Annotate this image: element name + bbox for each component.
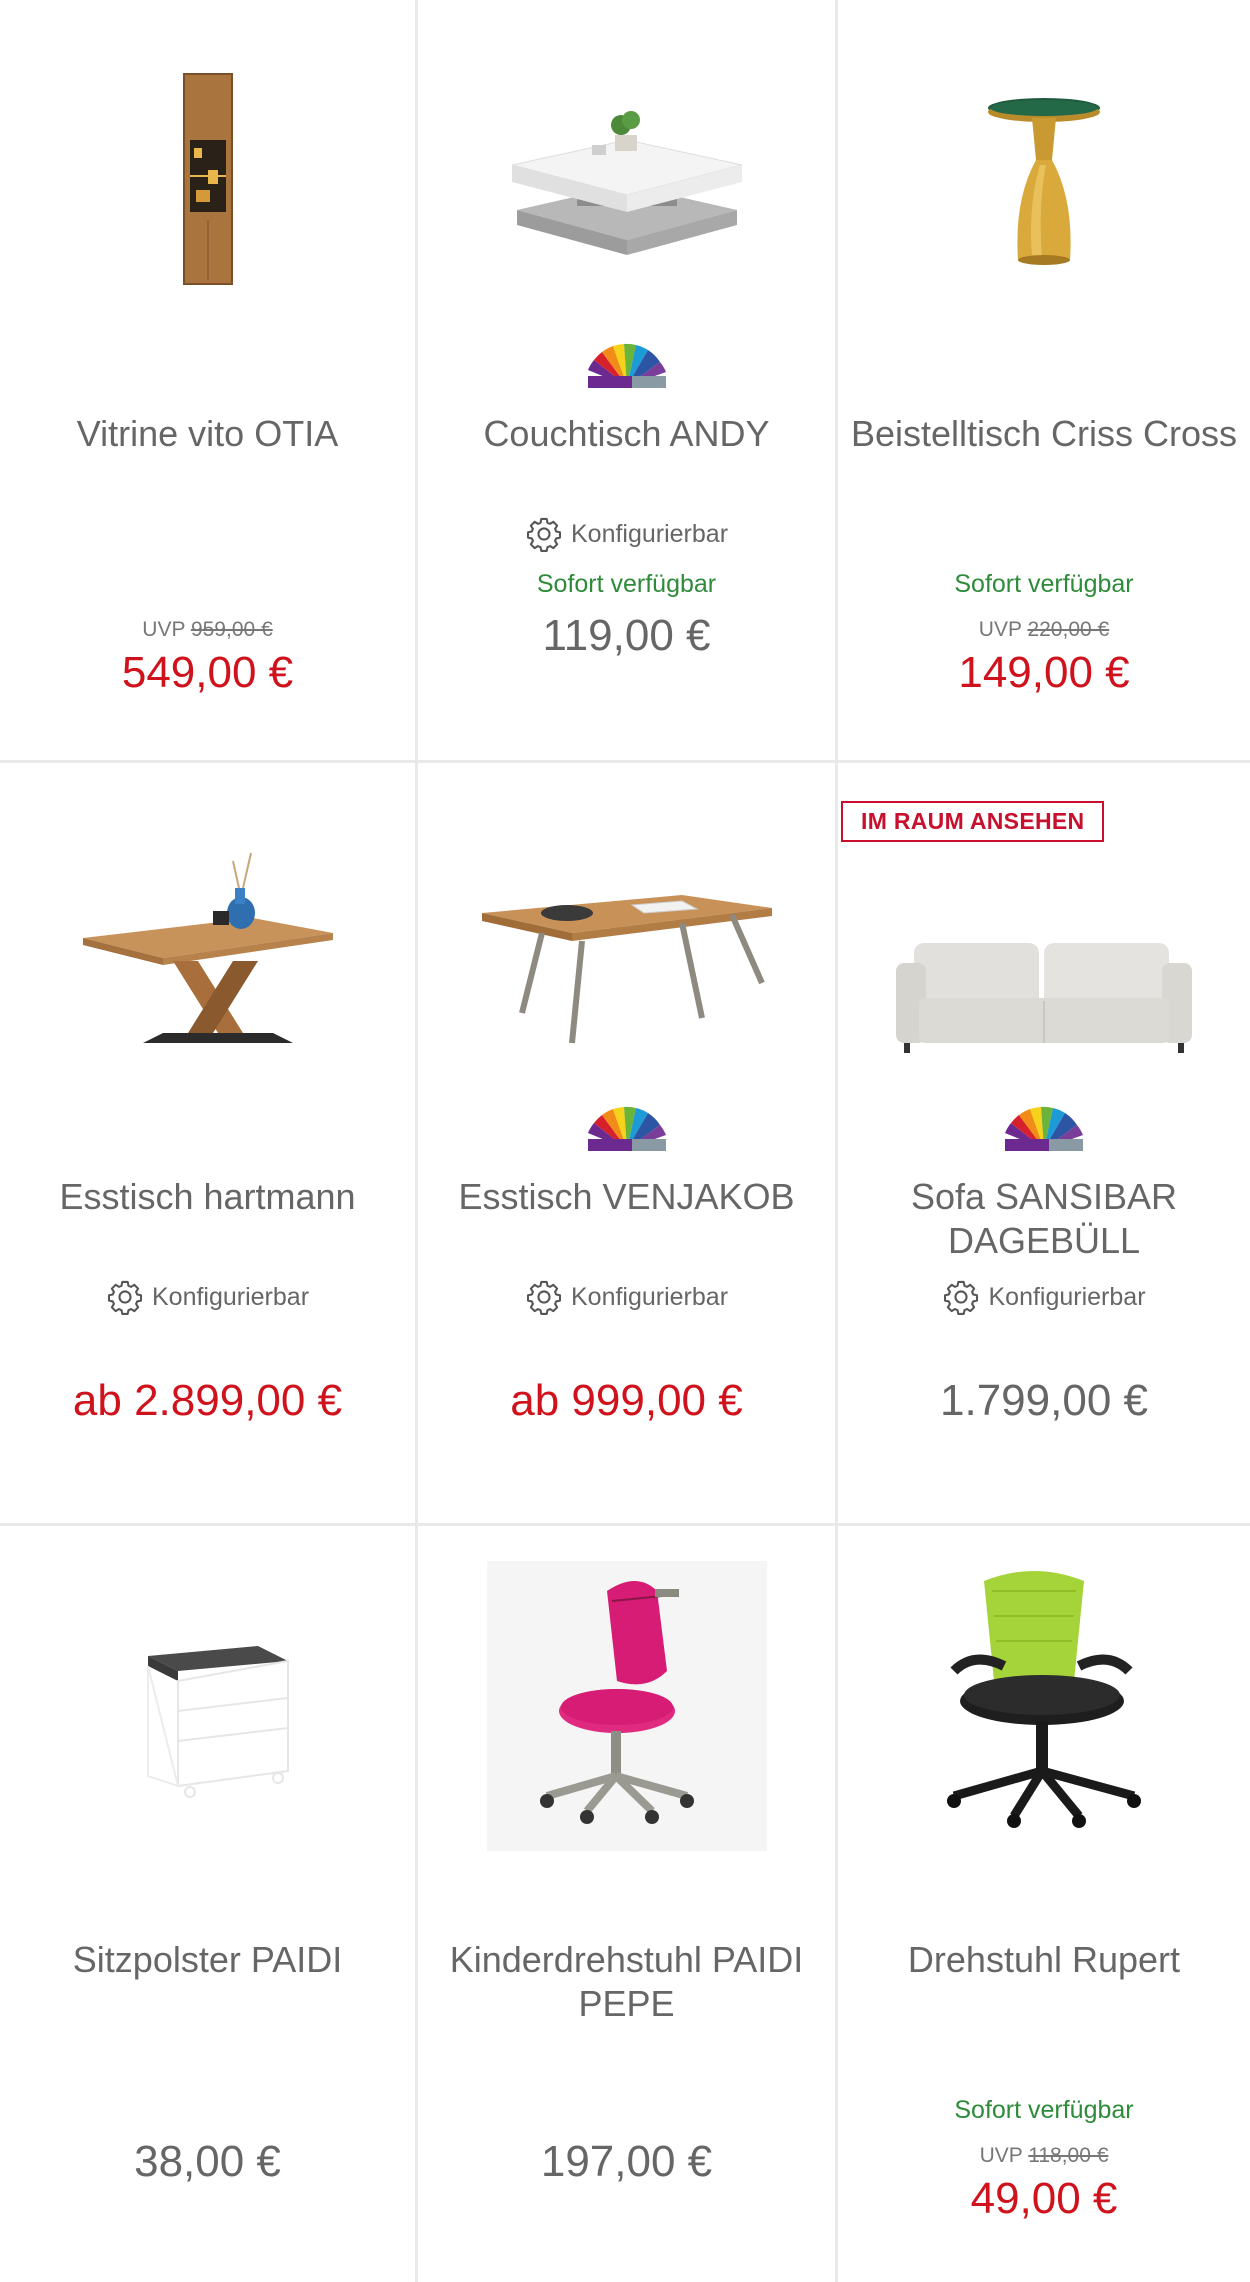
gear-icon: [526, 1280, 562, 1315]
product-title[interactable]: Kinderdrehstuhl PAIDI PEPE: [428, 1938, 825, 2026]
product-title[interactable]: Esstisch VENJAKOB: [428, 1175, 825, 1219]
product-card[interactable]: Beistelltisch Criss Cross Sofort verfügb…: [838, 0, 1250, 763]
availability-label: Sofort verfügbar: [954, 2096, 1134, 2124]
configurable-note: Konfigurierbar: [418, 515, 835, 553]
product-title[interactable]: Esstisch hartmann: [10, 1175, 405, 1219]
uvp-value: 220,00 €: [1027, 618, 1110, 641]
uvp-label: UVP: [979, 2144, 1023, 2167]
product-card[interactable]: Drehstuhl Rupert Sofort verfügbar UVP 11…: [838, 1526, 1250, 2282]
product-title[interactable]: Sofa SANSIBAR DAGEBÜLL: [848, 1175, 1240, 1263]
product-image[interactable]: [838, 20, 1250, 340]
gear-icon: [107, 1280, 143, 1315]
product-card[interactable]: Vitrine vito OTIA UVP 959,00 € 549,00 €: [0, 0, 418, 763]
product-price: 197,00 €: [540, 2137, 713, 2186]
kids-chair-image: [486, 1561, 767, 1851]
product-title[interactable]: Sitzpolster PAIDI: [10, 1938, 405, 1982]
product-card[interactable]: Kinderdrehstuhl PAIDI PEPE 197,00 €: [418, 1526, 838, 2282]
availability-label: Sofort verfügbar: [536, 570, 717, 598]
office-chair-image: [947, 1571, 1141, 1828]
product-card[interactable]: Couchtisch ANDY Konfigurierbar Sofort ve…: [418, 0, 838, 763]
dining-table-image: [82, 852, 333, 1043]
configurable-label: Konfigurierbar: [570, 1282, 729, 1311]
product-card[interactable]: Sitzpolster PAIDI 38,00 €: [0, 1526, 418, 2282]
coffee-table-image: [511, 111, 742, 255]
product-price: 149,00 €: [958, 648, 1130, 697]
uvp-price: UVP 118,00 €: [838, 2144, 1250, 2168]
product-title[interactable]: Beistelltisch Criss Cross: [848, 412, 1240, 456]
product-price: 1.799,00 €: [940, 1376, 1148, 1425]
product-image[interactable]: [418, 20, 835, 340]
product-price: 49,00 €: [970, 2174, 1118, 2223]
configurable-note: Konfigurierbar: [0, 1278, 415, 1316]
product-title[interactable]: Drehstuhl Rupert: [848, 1938, 1240, 1982]
gear-icon: [944, 1280, 979, 1315]
product-card[interactable]: Esstisch hartmann Konfigurierbar ab 2.89…: [0, 763, 418, 1526]
sofa-image: [896, 943, 1192, 1053]
product-price: ab 999,00 €: [510, 1376, 743, 1425]
color-variants-icon: [587, 343, 666, 388]
configurable-label: Konfigurierbar: [570, 519, 729, 548]
gear-icon: [526, 517, 562, 552]
configurable-label: Konfigurierbar: [151, 1282, 310, 1311]
product-image[interactable]: [838, 1546, 1250, 1866]
uvp-label: UVP: [978, 618, 1022, 641]
product-grid: Vitrine vito OTIA UVP 959,00 € 549,00 €: [0, 0, 1250, 2282]
product-price: ab 2.899,00 €: [72, 1376, 343, 1425]
color-variants-icon: [587, 1106, 666, 1151]
uvp-price: UVP 220,00 €: [838, 618, 1250, 642]
product-price: 549,00 €: [121, 648, 294, 697]
product-title[interactable]: Vitrine vito OTIA: [10, 412, 405, 456]
color-variants-icon: [1005, 1106, 1083, 1151]
product-image[interactable]: [418, 1546, 835, 1866]
dining-table-image: [481, 895, 772, 1044]
product-image[interactable]: [0, 1556, 415, 1876]
configurable-label: Konfigurierbar: [988, 1282, 1146, 1311]
product-image[interactable]: [0, 793, 415, 1113]
uvp-price: UVP 959,00 €: [0, 618, 415, 642]
uvp-value: 959,00 €: [190, 618, 273, 641]
product-price: 119,00 €: [542, 611, 711, 660]
configurable-note: Konfigurierbar: [838, 1278, 1250, 1316]
display-cabinet-image: [182, 73, 233, 285]
product-card[interactable]: IM RAUM ANSEHEN Sofa SANSIBAR DAGEBÜLL K…: [838, 763, 1250, 1526]
availability-label: Sofort verfügbar: [954, 570, 1134, 598]
configurable-note: Konfigurierbar: [418, 1278, 835, 1316]
product-card[interactable]: Esstisch VENJAKOB Konfigurierbar ab 999,…: [418, 763, 838, 1526]
side-table-image: [988, 98, 1100, 265]
product-image[interactable]: [0, 20, 415, 340]
uvp-label: UVP: [142, 618, 186, 641]
product-image[interactable]: [418, 793, 835, 1113]
product-price: 38,00 €: [134, 2137, 281, 2186]
product-title[interactable]: Couchtisch ANDY: [428, 412, 825, 456]
uvp-value: 118,00 €: [1028, 2144, 1109, 2167]
drawer-container-image: [146, 1646, 289, 1798]
product-image[interactable]: [838, 823, 1250, 1143]
